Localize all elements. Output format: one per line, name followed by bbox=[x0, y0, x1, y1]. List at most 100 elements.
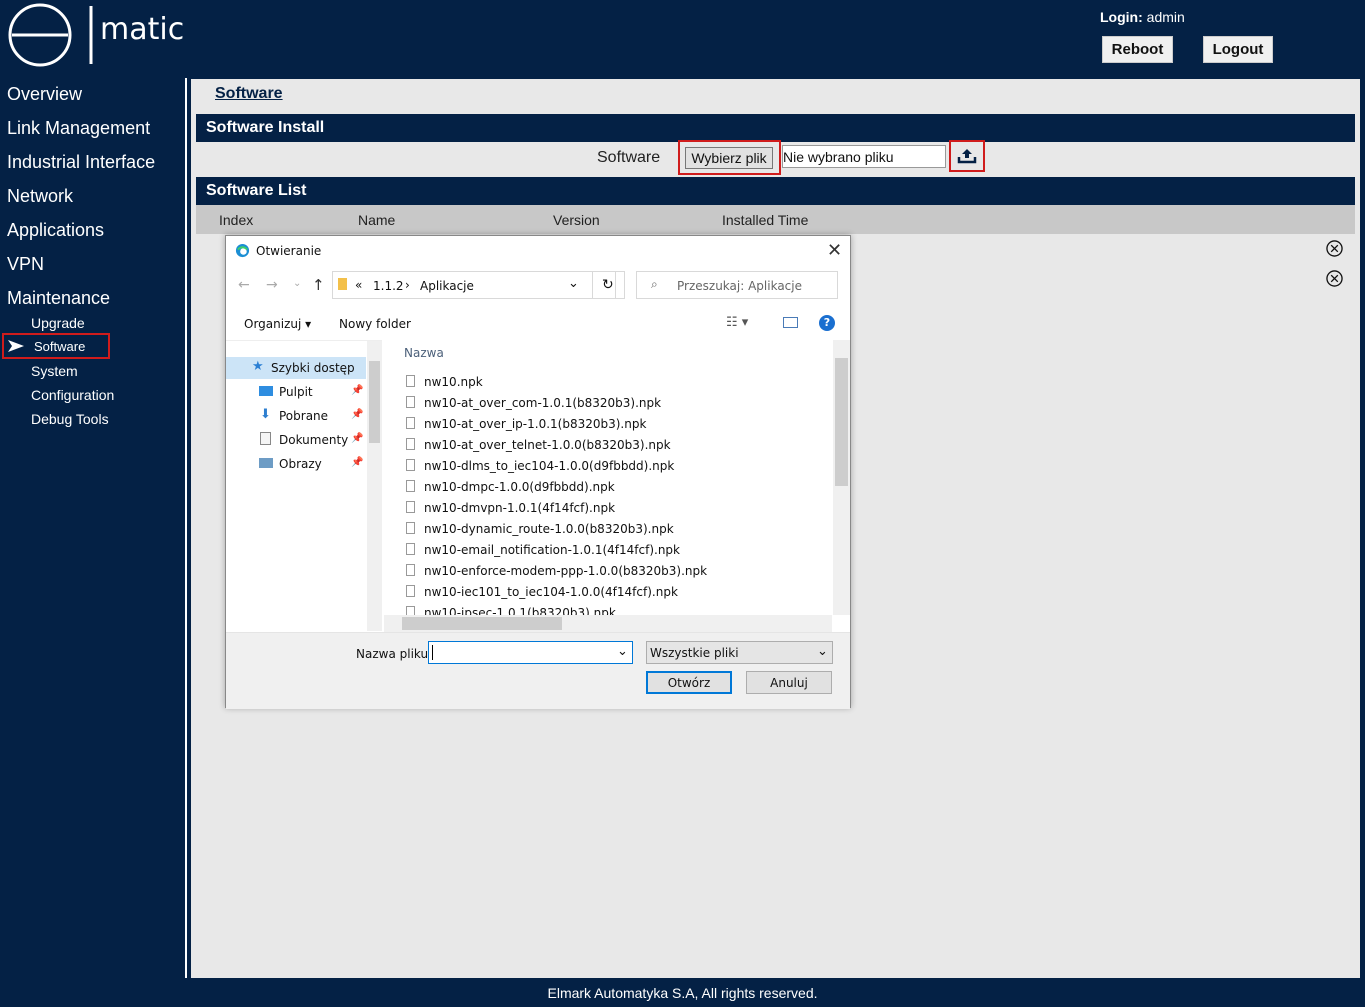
text-cursor bbox=[432, 645, 433, 660]
chevron-down-icon[interactable]: ⌄ bbox=[568, 276, 579, 291]
close-icon[interactable]: ✕ bbox=[827, 240, 842, 261]
folder-icon bbox=[338, 278, 347, 290]
nav-scroll-thumb[interactable] bbox=[369, 361, 380, 443]
path-part: « bbox=[355, 278, 363, 292]
brand-text: matic bbox=[100, 12, 185, 47]
view-options-icon[interactable]: ☷ ▾ bbox=[726, 315, 748, 330]
name-column-header[interactable]: Nazwa bbox=[404, 346, 444, 360]
col-version: Version bbox=[553, 212, 600, 228]
sidebar-divider bbox=[185, 78, 187, 978]
help-icon[interactable]: ? bbox=[819, 315, 835, 331]
upload-button[interactable] bbox=[949, 140, 985, 172]
nav-pictures[interactable]: Obrazy bbox=[279, 457, 322, 471]
table-header: Index Name Version Installed Time bbox=[196, 205, 1355, 234]
file-item[interactable]: nw10-iec101_to_iec104-1.0.0(4f14fcf).npk bbox=[424, 585, 678, 599]
nav-desktop[interactable]: Pulpit bbox=[279, 385, 313, 399]
nav-applications[interactable]: Applications bbox=[7, 220, 104, 241]
file-icon bbox=[406, 375, 415, 387]
software-label: Software bbox=[597, 149, 661, 166]
preview-pane-icon[interactable] bbox=[783, 317, 798, 328]
pin-icon: 📌 bbox=[351, 457, 364, 468]
file-item[interactable]: nw10-dmpc-1.0.0(d9fbbdd).npk bbox=[424, 480, 615, 494]
nav-overview[interactable]: Overview bbox=[7, 84, 82, 105]
file-item[interactable]: nw10-dynamic_route-1.0.0(b8320b3).npk bbox=[424, 522, 674, 536]
chevron-down-icon[interactable]: ⌄ bbox=[617, 644, 628, 659]
file-icon bbox=[406, 438, 415, 450]
star-icon: ★ bbox=[252, 359, 264, 374]
nav-maintenance[interactable]: Maintenance bbox=[7, 288, 110, 309]
organize-menu[interactable]: Organizuj ▾ bbox=[244, 317, 311, 331]
software-install-header: Software Install bbox=[196, 114, 1355, 142]
cancel-button[interactable]: Anuluj bbox=[746, 671, 832, 694]
choose-file-button[interactable]: Wybierz plik bbox=[685, 147, 773, 169]
file-item[interactable]: nw10-enforce-modem-ppp-1.0.0(b8320b3).np… bbox=[424, 564, 707, 578]
nav-link-management[interactable]: Link Management bbox=[7, 118, 150, 139]
nav-configuration[interactable]: Configuration bbox=[31, 387, 114, 403]
file-item[interactable]: nw10.npk bbox=[424, 375, 483, 389]
file-item[interactable]: nw10-dmvpn-1.0.1(4f14fcf).npk bbox=[424, 501, 615, 515]
nav-network[interactable]: Network bbox=[7, 186, 73, 207]
file-list: Nazwa nw10.npk nw10-at_over_com-1.0.1(b8… bbox=[384, 340, 832, 615]
nav-upgrade[interactable]: Upgrade bbox=[31, 315, 85, 331]
search-icon: ⌕ bbox=[651, 277, 658, 291]
edge-browser-icon bbox=[235, 243, 250, 258]
back-icon[interactable]: ← bbox=[238, 277, 250, 293]
col-installed-time: Installed Time bbox=[722, 212, 809, 228]
upload-icon bbox=[957, 149, 977, 164]
nav-vpn[interactable]: VPN bbox=[7, 254, 44, 275]
page-title[interactable]: Software bbox=[215, 85, 283, 103]
nav-debug-tools[interactable]: Debug Tools bbox=[31, 411, 109, 427]
hscroll-thumb[interactable] bbox=[402, 617, 562, 630]
navigation-pane: ★ Szybki dostęp Pulpit ⬇ Pobrane Dokumen… bbox=[226, 340, 382, 631]
file-icon bbox=[406, 501, 415, 513]
nav-quick-access[interactable]: Szybki dostęp bbox=[271, 361, 355, 375]
delete-icon[interactable] bbox=[1326, 270, 1343, 287]
recent-dropdown-icon[interactable]: ⌄ bbox=[293, 278, 301, 289]
nav-industrial-interface[interactable]: Industrial Interface bbox=[7, 152, 155, 173]
file-item[interactable]: nw10-ipsec-1.0.1(b8320b3).npk bbox=[424, 606, 616, 615]
nav-scrollbar[interactable] bbox=[367, 341, 382, 631]
address-bar[interactable]: « 1.1.2 › Aplikacje ⌄ bbox=[332, 271, 616, 299]
path-separator: › bbox=[405, 278, 410, 292]
refresh-button[interactable]: ↻ bbox=[592, 271, 625, 299]
reboot-button[interactable]: Reboot bbox=[1102, 36, 1173, 63]
vscroll-thumb[interactable] bbox=[835, 358, 848, 486]
nav-software[interactable]: Software bbox=[34, 339, 85, 354]
logout-button[interactable]: Logout bbox=[1203, 36, 1273, 63]
document-icon bbox=[260, 432, 271, 445]
nav-documents[interactable]: Dokumenty bbox=[279, 433, 348, 447]
file-icon bbox=[406, 522, 415, 534]
file-icon bbox=[406, 480, 415, 492]
login-info: Login: admin bbox=[1100, 9, 1185, 25]
file-list-hscroll[interactable] bbox=[384, 615, 832, 632]
file-item[interactable]: nw10-email_notification-1.0.1(4f14fcf).n… bbox=[424, 543, 680, 557]
path-part[interactable]: 1.1.2 bbox=[373, 279, 404, 293]
chevron-down-icon: ⌄ bbox=[817, 644, 828, 659]
file-item[interactable]: nw10-at_over_com-1.0.1(b8320b3).npk bbox=[424, 396, 661, 410]
up-icon[interactable]: ↑ bbox=[312, 276, 325, 294]
filetype-select[interactable]: Wszystkie pliki ⌄ bbox=[646, 641, 833, 664]
pictures-icon bbox=[259, 458, 273, 468]
open-button[interactable]: Otwórz bbox=[646, 671, 732, 694]
filename-input[interactable]: ⌄ bbox=[428, 641, 633, 664]
filetype-value: Wszystkie pliki bbox=[650, 646, 739, 660]
search-box[interactable]: ⌕ Przeszukaj: Aplikacje bbox=[636, 271, 838, 299]
forward-icon[interactable]: → bbox=[266, 277, 278, 293]
file-item[interactable]: nw10-at_over_ip-1.0.1(b8320b3).npk bbox=[424, 417, 646, 431]
download-icon: ⬇ bbox=[260, 407, 271, 422]
new-folder-button[interactable]: Nowy folder bbox=[339, 317, 411, 331]
arrow-right-icon bbox=[8, 340, 24, 352]
file-list-vscroll[interactable] bbox=[833, 340, 850, 615]
delete-icon[interactable] bbox=[1326, 240, 1343, 257]
file-name-display: Nie wybrano pliku bbox=[782, 145, 946, 168]
dialog-bottom: Nazwa pliku: ⌄ Wszystkie pliki ⌄ Otwórz … bbox=[226, 632, 850, 709]
nav-system[interactable]: System bbox=[31, 363, 78, 379]
nav-downloads[interactable]: Pobrane bbox=[279, 409, 328, 423]
file-item[interactable]: nw10-dlms_to_iec104-1.0.0(d9fbbdd).npk bbox=[424, 459, 674, 473]
col-index: Index bbox=[219, 212, 254, 228]
login-user: admin bbox=[1146, 9, 1185, 25]
login-label: Login: bbox=[1100, 9, 1143, 25]
file-item[interactable]: nw10-at_over_telnet-1.0.0(b8320b3).npk bbox=[424, 438, 671, 452]
pin-icon: 📌 bbox=[351, 385, 364, 396]
path-part[interactable]: Aplikacje bbox=[420, 279, 474, 293]
